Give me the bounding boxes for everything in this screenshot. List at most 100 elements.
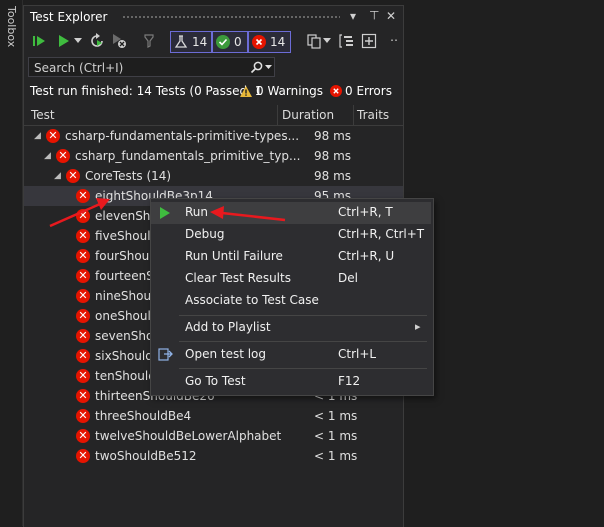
search-box[interactable]: Search (Ctrl+I) <box>28 57 275 77</box>
toolbox-strip[interactable]: Toolbox <box>0 0 23 526</box>
tree-row[interactable]: ✕ twelveShouldBeLowerAlphabet < 1 ms <box>24 426 403 446</box>
open-log-icon <box>158 348 173 361</box>
collapse-arrow-icon[interactable]: ◢ <box>34 131 41 141</box>
failed-x-icon <box>252 35 266 49</box>
context-menu: Run Ctrl+R, T Debug Ctrl+R, Ctrl+T Run U… <box>150 198 434 396</box>
menu-item-open-test-log[interactable]: Open test log Ctrl+L <box>151 344 431 366</box>
cancel-run-button[interactable] <box>110 30 128 52</box>
tree-row[interactable]: ◢ ✕ CoreTests (14) 98 ms <box>24 166 403 186</box>
run-status-bar: Test run finished: 14 Tests (0 Passed, 1… <box>24 81 403 101</box>
failed-x-icon: ✕ <box>76 269 90 283</box>
toolbox-tab[interactable]: Toolbox <box>2 6 20 66</box>
menu-item-shortcut: Ctrl+R, T <box>338 205 393 219</box>
total-tests-counter[interactable]: 14 <box>170 31 212 53</box>
filter-button[interactable] <box>140 30 158 52</box>
tree-row-label: oneShould <box>95 309 159 323</box>
collapse-arrow-icon[interactable]: ◢ <box>44 151 51 161</box>
menu-item-go-to-test[interactable]: Go To Test F12 <box>151 371 431 393</box>
title-drag-grip[interactable] <box>122 15 340 20</box>
menu-item-shortcut: Del <box>338 271 358 285</box>
failed-x-icon: ✕ <box>76 429 90 443</box>
menu-item-run[interactable]: Run Ctrl+R, T <box>151 202 431 224</box>
tree-row[interactable]: ✕ threeShouldBe4 < 1 ms <box>24 406 403 426</box>
run-dropdown-button[interactable] <box>72 30 84 52</box>
menu-item-run-until-failure[interactable]: Run Until Failure Ctrl+R, U <box>151 246 431 268</box>
menu-item-shortcut: Ctrl+R, U <box>338 249 395 263</box>
menu-item-label: Debug <box>185 227 225 241</box>
tree-row-label: threeShouldBe4 <box>95 409 192 423</box>
close-icon[interactable]: ✕ <box>386 9 396 23</box>
menu-item-add-to-playlist[interactable]: Add to Playlist ▸ <box>151 317 431 339</box>
warnings-count[interactable]: 0 Warnings <box>256 84 323 98</box>
run-summary: Test run finished: 14 Tests (0 Passed, 1 <box>30 84 263 98</box>
search-input[interactable]: Search (Ctrl+I) <box>34 61 123 75</box>
tree-row-duration: 98 ms <box>314 129 352 143</box>
errors-count[interactable]: 0 Errors <box>345 84 392 98</box>
search-options-chevron-icon[interactable] <box>265 65 272 70</box>
play-icon <box>59 35 69 47</box>
failed-x-icon: ✕ <box>76 289 90 303</box>
column-divider[interactable] <box>277 105 278 125</box>
menu-item-associate-to-test-case[interactable]: Associate to Test Case <box>151 290 431 312</box>
menu-item-debug[interactable]: Debug Ctrl+R, Ctrl+T <box>151 224 431 246</box>
menu-item-label: Associate to Test Case <box>185 293 319 307</box>
failed-x-icon: ✕ <box>66 169 80 183</box>
failed-x-icon: ✕ <box>56 149 70 163</box>
tree-row-label: twelveShouldBeLowerAlphabet <box>95 429 282 443</box>
failed-x-icon: ✕ <box>46 129 60 143</box>
failed-x-icon: ✕ <box>76 209 90 223</box>
playlist-button[interactable] <box>304 30 324 52</box>
menu-item-clear-test-results[interactable]: Clear Test Results Del <box>151 268 431 290</box>
repeat-last-run-button[interactable] <box>88 30 106 52</box>
tree-row[interactable]: ◢ ✕ csharp-fundamentals-primitive-types.… <box>24 126 403 146</box>
column-divider[interactable] <box>353 105 354 125</box>
tree-row-label: csharp_fundamentals_primitive_typ... <box>75 149 301 163</box>
menu-item-label: Run <box>185 205 209 219</box>
tree-row-label: tenShould <box>95 369 156 383</box>
tree-row-duration: < 1 ms <box>314 429 358 443</box>
window-options-dropdown-icon[interactable]: ▾ <box>350 9 356 23</box>
run-button[interactable] <box>54 30 72 52</box>
failed-tests-counter[interactable]: 14 <box>248 31 291 53</box>
tree-row-label: fiveShould <box>95 229 159 243</box>
run-all-button[interactable] <box>30 30 48 52</box>
search-icon[interactable] <box>250 61 263 74</box>
menu-item-shortcut: Ctrl+R, Ctrl+T <box>338 227 425 241</box>
collapse-arrow-icon[interactable]: ◢ <box>54 171 61 181</box>
group-by-button[interactable] <box>338 30 356 52</box>
menu-separator <box>179 368 427 369</box>
menu-separator <box>179 341 427 342</box>
passed-tests-counter[interactable]: 0 <box>212 31 248 53</box>
column-duration[interactable]: Duration <box>282 108 334 122</box>
tree-row-duration: < 1 ms <box>314 449 358 463</box>
expand-all-button[interactable] <box>360 30 378 52</box>
tree-row-label: CoreTests (14) <box>85 169 172 183</box>
column-traits[interactable]: Traits <box>357 108 389 122</box>
tree-row[interactable]: ◢ ✕ csharp_fundamentals_primitive_typ...… <box>24 146 403 166</box>
failed-count: 14 <box>270 35 286 49</box>
toolbar: 14 0 14 ‥ <box>24 30 403 56</box>
column-header: Test Duration Traits <box>24 105 403 126</box>
chevron-down-icon <box>323 38 331 43</box>
playlist-dropdown-button[interactable] <box>322 30 332 52</box>
menu-item-label: Open test log <box>185 347 267 361</box>
menu-item-shortcut: Ctrl+L <box>338 347 377 361</box>
tree-row[interactable]: ✕ twoShouldBe512 < 1 ms <box>24 446 403 466</box>
passed-check-icon <box>216 35 230 49</box>
submenu-arrow-icon: ▸ <box>415 320 421 333</box>
failed-x-icon: ✕ <box>76 229 90 243</box>
failed-x-icon: ✕ <box>76 349 90 363</box>
run-all-icon <box>33 36 45 46</box>
tree-row-duration: 98 ms <box>314 169 352 183</box>
pin-icon[interactable]: ⊥ <box>369 8 379 22</box>
flask-icon <box>174 35 188 48</box>
play-icon <box>160 207 170 219</box>
menu-item-label: Go To Test <box>185 374 246 388</box>
toolbar-overflow-icon[interactable]: ‥ <box>390 30 398 44</box>
failed-x-icon: ✕ <box>76 309 90 323</box>
column-test[interactable]: Test <box>31 108 55 122</box>
menu-separator <box>179 315 427 316</box>
failed-x-icon: ✕ <box>76 329 90 343</box>
group-by-icon <box>339 34 353 48</box>
tree-row-label: twoShouldBe512 <box>95 449 197 463</box>
